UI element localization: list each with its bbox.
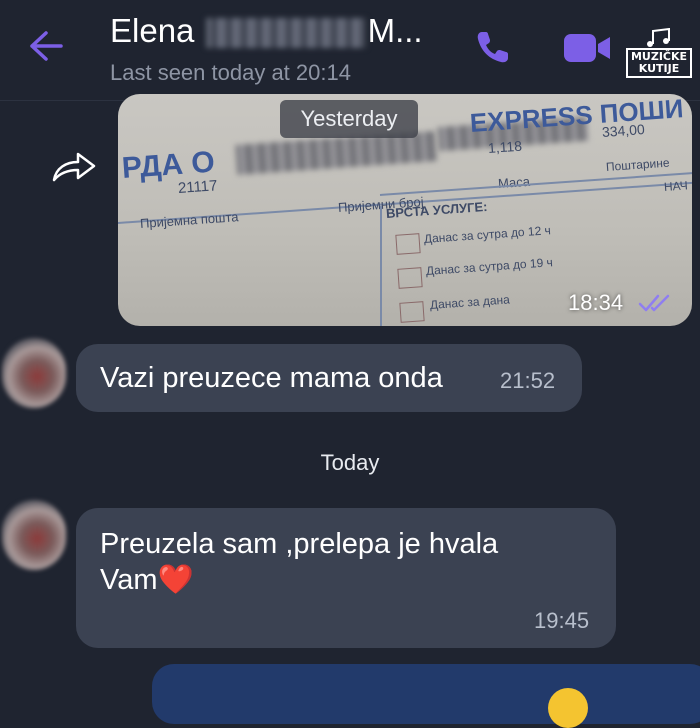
doc-option-1: Данас за сутра до 12 ч [423,223,552,246]
logo-line-2: KUTIJE [638,62,680,75]
logo-text: MUZIČKE KUTIJE [625,48,693,78]
emoji-icon [548,688,588,728]
music-note-icon [647,28,670,47]
forward-icon[interactable] [50,146,98,186]
doc-label-posta: Пријемна пошта [139,209,239,231]
last-seen-status: Last seen today at 20:14 [110,60,351,85]
message-bubble[interactable]: Vazi preuzece mama onda 21:52 [76,344,582,412]
message-bubble[interactable]: Preuzela sam ,prelepa je hvala Vam❤️ 19:… [76,508,616,648]
contact-name-last: M... [367,12,423,49]
doc-checkbox-3 [399,301,425,323]
message-text-line-1: Preuzela sam ,prelepa je hvala [100,528,499,560]
doc-divider [380,206,382,326]
redacted-name [205,18,366,49]
date-separator-yesterday: Yesterday [280,100,418,138]
message-time: 19:45 [534,608,590,633]
doc-amount: 334,00 [601,121,646,140]
message-text-word: Vam [100,564,158,596]
contact-name-first: Elena [110,12,195,49]
avatar[interactable] [2,500,66,570]
chat-header: Elena M... Last seen today at 20:14 MUZI… [0,0,700,101]
heart-emoji: ❤️ [157,564,194,596]
date-separator-today: Today [320,450,380,475]
contact-name[interactable]: Elena M... [110,12,423,50]
doc-checkbox-2 [397,267,423,289]
double-check-icon [638,292,672,314]
doc-number-1: 21117 [177,177,218,197]
outgoing-message-bubble[interactable] [152,664,700,724]
video-camera-icon[interactable] [562,28,614,68]
avatar[interactable] [2,338,66,408]
doc-label-masa: Маса [497,173,531,191]
doc-number-2: 1,118 [487,137,523,156]
message-text: Vazi preuzece mama onda [100,362,443,394]
message-text-line-2: Vam❤️ [100,562,194,598]
doc-label-postarina: Поштарине [605,155,670,174]
back-arrow-icon[interactable] [26,26,66,66]
doc-option-3: Данас за дана [429,292,511,312]
phone-icon[interactable] [472,26,514,68]
doc-checkbox-1 [395,233,421,255]
doc-option-2: Данас за сутра до 19 ч [425,255,554,278]
watermark-logo: MUZIČKE KUTIJE [625,20,693,78]
image-message-time: 18:34 [568,290,624,315]
doc-label-nac: НАЧ [663,178,689,194]
message-time: 21:52 [500,368,556,393]
